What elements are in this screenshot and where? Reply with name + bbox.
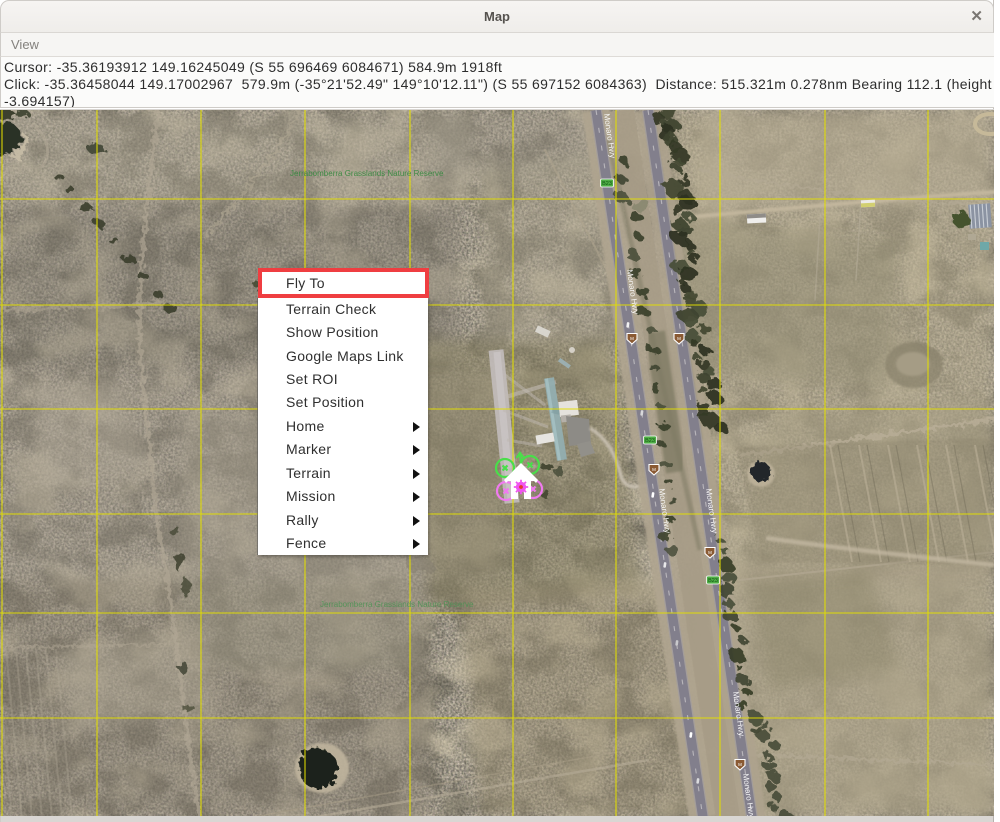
svg-text:B23: B23: [645, 438, 655, 444]
svg-text:Jerrabomberra Grasslands Natur: Jerrabomberra Grasslands Nature Reserve: [290, 169, 444, 178]
svg-text:M: M: [677, 336, 681, 341]
svg-text:B23: B23: [708, 578, 718, 584]
svg-text:M: M: [738, 762, 742, 767]
svg-text:B23: B23: [602, 181, 612, 187]
svg-text:M: M: [652, 467, 656, 472]
svg-text:M: M: [630, 336, 634, 341]
svg-text:M: M: [708, 550, 712, 555]
svg-text:Jerrabomberra Grasslands Natur: Jerrabomberra Grasslands Nature Reserve: [320, 600, 474, 609]
